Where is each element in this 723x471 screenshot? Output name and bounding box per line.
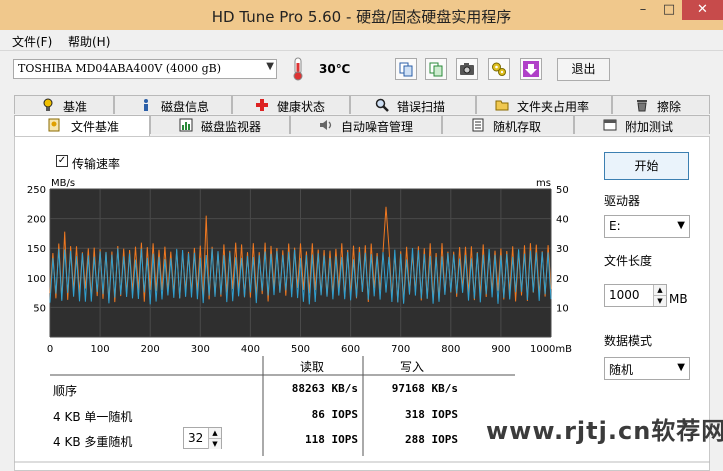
site-watermark: www.rjtj.cn软荐网 [486,417,723,445]
stepper-down-icon[interactable]: ▼ [208,438,221,449]
stepper-up-icon[interactable]: ▲ [208,428,221,438]
row-4kb-multi-read: 118 IOPS [305,433,358,446]
results-grid-lines [14,356,710,463]
queue-depth-value: 32 [188,431,204,445]
row-4kb-single-write: 318 IOPS [405,408,458,421]
row-4kb-single-label: 4 KB 单一随机 [53,410,133,424]
queue-depth-stepper[interactable]: 32 ▲ ▼ [183,427,222,449]
write-header: 写入 [400,360,425,374]
row-4kb-multi-label: 4 KB 多重随机 [53,435,133,449]
row-4kb-single-read: 86 IOPS [311,408,358,421]
read-header: 读取 [300,360,325,374]
row-sequential-label: 顺序 [53,384,78,398]
row-4kb-multi-write: 288 IOPS [405,433,458,446]
row-sequential-write: 97168 KB/s [391,382,458,395]
row-sequential-read: 88263 KB/s [291,382,358,395]
